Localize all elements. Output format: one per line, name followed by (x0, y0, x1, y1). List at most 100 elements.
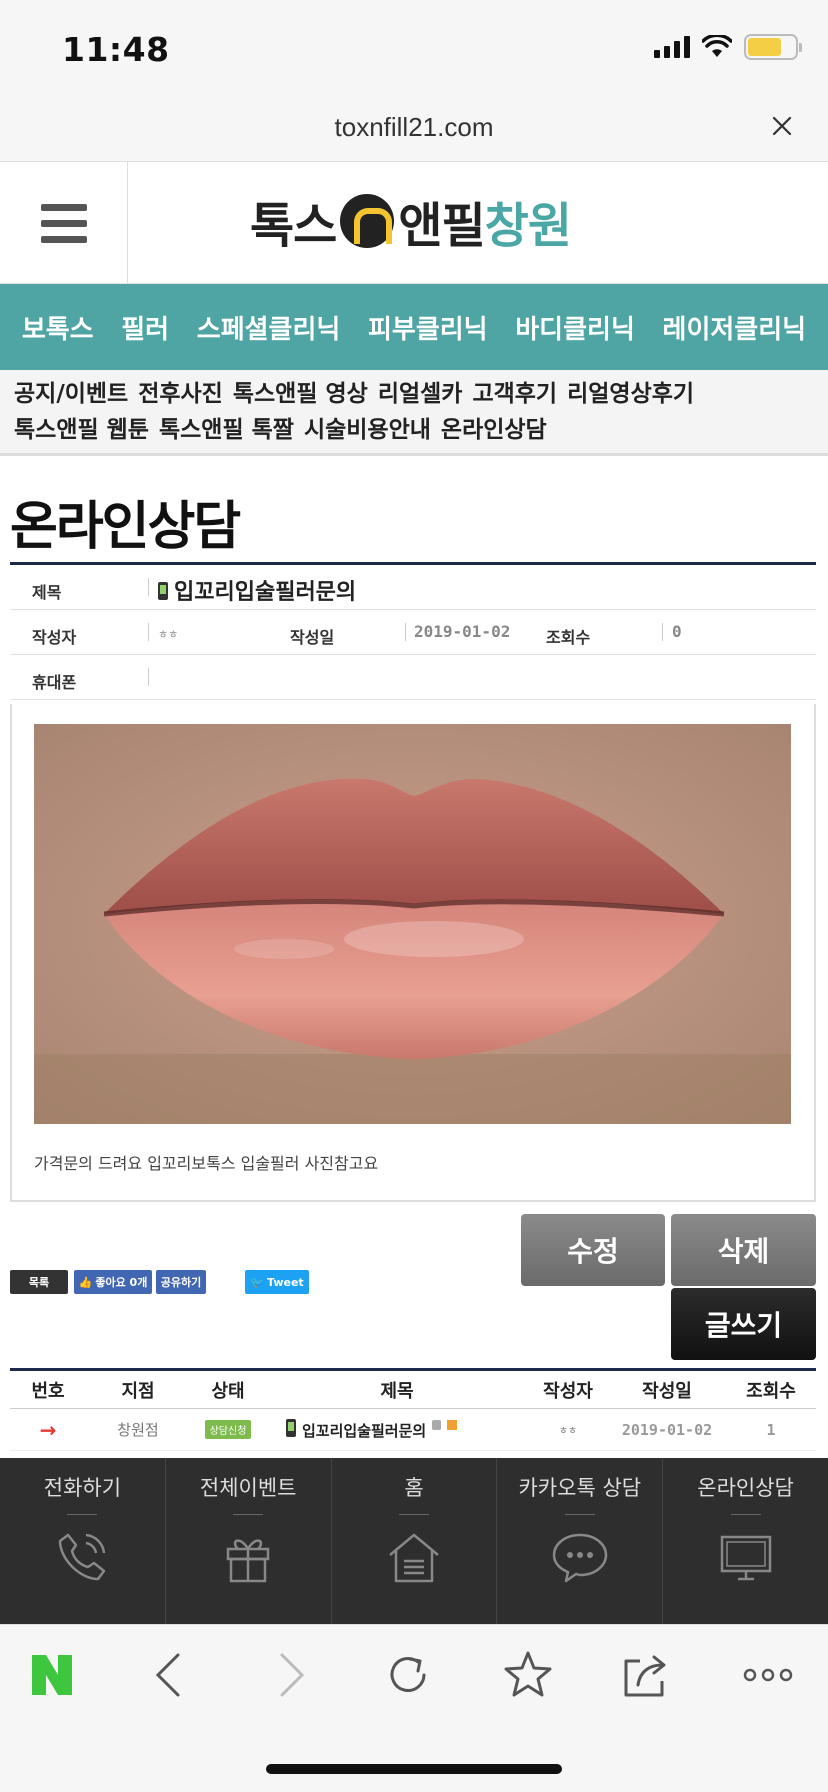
current-arrow-icon: → (39, 1417, 57, 1442)
back-icon[interactable] (142, 1647, 198, 1703)
nav-item-filler[interactable]: 필러 (121, 309, 169, 346)
subnav-item-online-consult[interactable]: 온라인상담 (441, 414, 547, 446)
nav-item-laser[interactable]: 레이저클리닉 (663, 309, 807, 346)
phone-row: 휴대폰 (10, 655, 816, 700)
share-icon[interactable] (618, 1647, 674, 1703)
col-author: 작성자 (543, 1380, 593, 1402)
quick-consult-label: 온라인상담 (697, 1476, 794, 1500)
col-branch: 지점 (121, 1380, 155, 1402)
date-label: 작성일 (290, 628, 335, 647)
bookmark-icon[interactable] (500, 1647, 556, 1703)
monitor-icon (720, 1535, 771, 1581)
menu-icon[interactable] (0, 162, 128, 284)
subject-row: 제목 입꼬리입술필러문의 (10, 565, 816, 610)
status-bar: 11:48 (0, 0, 828, 96)
row-status: 상담신청 (190, 1420, 266, 1439)
chat-icon (552, 1533, 608, 1583)
url-bar[interactable]: toxnfill21.com (0, 96, 828, 162)
post-content: 가격문의 드려요 입꼬리보톡스 입술필러 사진참고요 (10, 704, 816, 1202)
quick-call[interactable]: 전화하기 (0, 1458, 166, 1624)
facebook-share-button[interactable]: 공유하기 (156, 1270, 206, 1294)
new-icon (447, 1419, 458, 1430)
subnav-item-webtoon[interactable]: 톡스앤필 웹툰 (14, 414, 149, 446)
nav-item-botox[interactable]: 보톡스 (22, 309, 94, 346)
status-time: 11:48 (62, 30, 170, 69)
phone-label: 휴대폰 (32, 673, 77, 692)
logo-mark-icon (340, 194, 395, 248)
home-icon (389, 1533, 439, 1583)
subnav-item-before-after[interactable]: 전후사진 (138, 378, 223, 410)
page-title: 온라인상담 (10, 497, 241, 557)
col-date: 작성일 (642, 1380, 692, 1402)
quick-online-consult[interactable]: 온라인상담 (663, 1458, 828, 1624)
quick-menu: 전화하기 전체이벤트 홈 카카오톡 상담 온라인상담 (0, 1458, 828, 1624)
subnav-item-review[interactable]: 고객후기 (472, 378, 557, 410)
gift-icon (226, 1539, 270, 1583)
col-status: 상태 (211, 1380, 245, 1402)
forward-icon[interactable] (262, 1647, 318, 1703)
phone-icon (59, 1533, 106, 1581)
col-views: 조회수 (746, 1380, 796, 1402)
naver-icon[interactable] (24, 1647, 80, 1703)
row-date: 2019-01-02 (621, 1420, 713, 1439)
lock-icon (432, 1419, 442, 1430)
sub-nav: 공지/이벤트 전후사진 톡스앤필 영상 리얼셀카 고객후기 리얼영상후기 톡스앤… (0, 370, 828, 456)
author-label: 작성자 (32, 628, 77, 647)
subnav-item-toktalk[interactable]: 톡스앤필 톡짤 (159, 414, 294, 446)
quick-home[interactable]: 홈 (332, 1458, 498, 1624)
subnav-item-price[interactable]: 시술비용안내 (304, 414, 431, 446)
logo-text-3: 창원 (484, 198, 572, 254)
more-icon[interactable] (740, 1647, 796, 1703)
row-title-text[interactable]: 입꼬리입술필러문의 (302, 1422, 426, 1440)
list-button[interactable]: 목록 (10, 1270, 68, 1294)
reload-icon[interactable] (380, 1647, 436, 1703)
subnav-item-video-review[interactable]: 리얼영상후기 (567, 378, 694, 410)
nav-item-skin[interactable]: 피부클리닉 (368, 309, 488, 346)
status-icons (654, 34, 802, 60)
quick-call-label: 전화하기 (43, 1476, 122, 1500)
write-button[interactable]: 글쓰기 (671, 1288, 816, 1360)
nav-item-body[interactable]: 바디클리닉 (515, 309, 635, 346)
meta-row: 작성자 ㅎㅎ 작성일 2019-01-02 조회수 0 (10, 610, 816, 655)
quick-events-label: 전체이벤트 (199, 1476, 297, 1500)
url-text[interactable]: toxnfill21.com (0, 112, 828, 143)
facebook-like-button[interactable]: 👍 좋아요 0개 (74, 1270, 152, 1294)
row-views: 1 (766, 1420, 776, 1439)
logo-text-1: 톡스 (250, 198, 337, 254)
delete-button[interactable]: 삭제 (671, 1214, 816, 1286)
nav-item-special[interactable]: 스페셜클리닉 (197, 309, 341, 346)
subject-label: 제목 (32, 583, 62, 602)
post-subject-text: 입꼬리입술필러문의 (174, 580, 357, 605)
status-badge: 상담신청 (204, 1420, 252, 1439)
quick-kakao[interactable]: 카카오톡 상담 (497, 1458, 664, 1624)
quick-events[interactable]: 전체이벤트 (166, 1458, 332, 1624)
home-indicator[interactable] (266, 1764, 562, 1774)
signal-icon (654, 36, 690, 58)
site-header: 톡스 앤필 창원 (0, 162, 828, 284)
tweet-button[interactable]: 🐦 Tweet (245, 1270, 309, 1294)
mobile-icon (286, 1418, 296, 1437)
main-nav: 보톡스 필러 스페셜클리닉 피부클리닉 바디클리닉 레이저클리닉 (0, 284, 828, 370)
like-label: 좋아요 0개 (95, 1276, 148, 1289)
thumbs-up-icon: 👍 (78, 1275, 93, 1289)
edit-button[interactable]: 수정 (521, 1214, 665, 1286)
wifi-icon (702, 35, 732, 57)
battery-icon (744, 34, 802, 60)
post-list-table: 번호 지점 상태 제목 작성자 작성일 조회수 → 창원점 상담신청 입꼬리입술… (10, 1368, 816, 1451)
post-views: 0 (672, 622, 682, 641)
logo-text-2: 앤필 (398, 198, 485, 254)
subnav-item-selfie[interactable]: 리얼셀카 (378, 378, 463, 410)
post-detail-table: 제목 입꼬리입술필러문의 작성자 ㅎㅎ 작성일 2019-01-02 조회수 0… (10, 562, 816, 700)
row-title[interactable]: 입꼬리입술필러문의 (266, 1418, 528, 1441)
table-row[interactable]: → 창원점 상담신청 입꼬리입술필러문의 ㅎㅎ 2019-01-02 1 (10, 1409, 816, 1451)
col-title: 제목 (380, 1380, 414, 1402)
subnav-item-notice[interactable]: 공지/이벤트 (14, 378, 128, 410)
close-icon[interactable] (766, 110, 798, 142)
post-date: 2019-01-02 (414, 622, 511, 641)
quick-kakao-label: 카카오톡 상담 (518, 1476, 642, 1500)
quick-home-label: 홈 (404, 1476, 424, 1500)
col-num: 번호 (31, 1380, 65, 1402)
views-label: 조회수 (546, 628, 591, 647)
site-logo[interactable]: 톡스 앤필 창원 (250, 190, 572, 254)
subnav-item-video[interactable]: 톡스앤필 영상 (233, 378, 368, 410)
